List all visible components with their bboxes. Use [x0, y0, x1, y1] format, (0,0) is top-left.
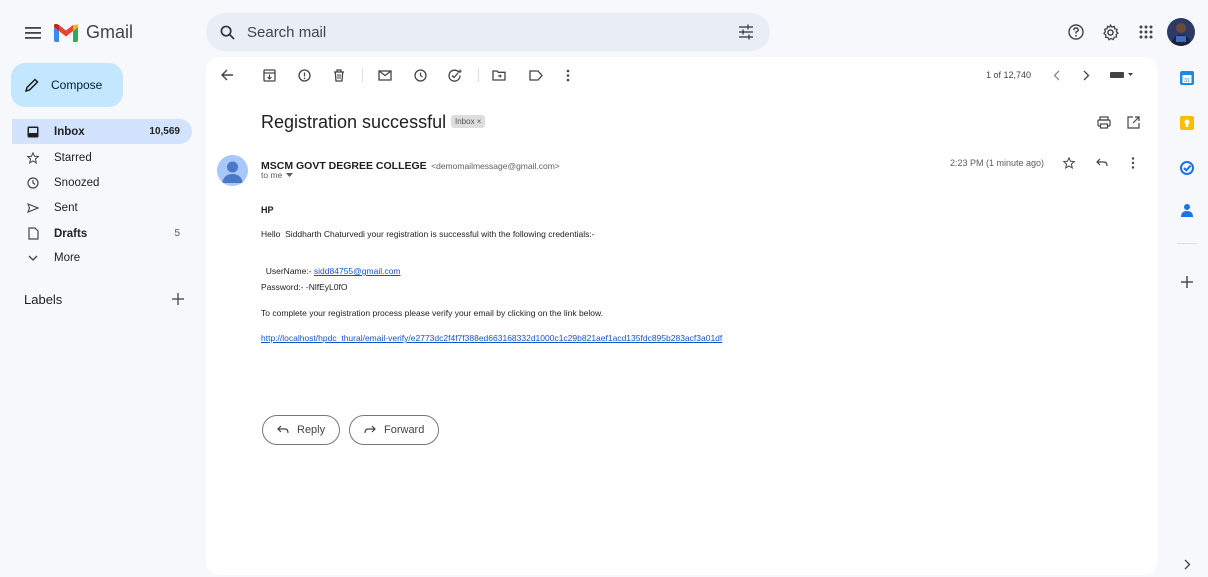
sidebar-item-label: Snoozed [54, 176, 100, 189]
username-link[interactable]: sidd84755@gmail.com [314, 266, 401, 276]
search-input[interactable] [247, 23, 707, 41]
message-more-vertical-icon[interactable] [1125, 155, 1141, 171]
sidebar-item-label: More [54, 251, 81, 264]
main-menu-icon[interactable] [24, 24, 42, 42]
get-addons-plus-icon[interactable] [1177, 272, 1197, 292]
older-chevron-left-icon[interactable] [1047, 66, 1065, 84]
mark-unread-icon[interactable] [376, 66, 394, 84]
forward-label: Forward [384, 424, 425, 436]
drafts-count: 5 [174, 228, 180, 239]
back-arrow-icon[interactable] [218, 66, 236, 84]
reply-icon [277, 425, 289, 434]
sender-line: MSCM GOVT DEGREE COLLEGE <demomailmessag… [261, 156, 560, 174]
verify-email-link[interactable]: http://localhost/hpdc_thural/email-verif… [261, 333, 722, 343]
sidebar-item-more[interactable]: More [12, 245, 192, 270]
toolbar-divider [478, 68, 479, 82]
toolbar-divider [362, 68, 363, 82]
reply-button[interactable]: Reply [262, 415, 341, 445]
compose-label: Compose [51, 78, 103, 92]
body-instruction: To complete your registration process pl… [261, 308, 604, 318]
snooze-clock-icon[interactable] [411, 66, 429, 84]
add-task-icon[interactable] [446, 66, 464, 84]
caret-down-icon [286, 172, 294, 177]
body-greeting: Hello Siddharth Chaturvedi your registra… [261, 229, 595, 239]
pencil-icon [25, 78, 39, 92]
keep-app-icon[interactable] [1177, 113, 1197, 133]
gmail-logo[interactable]: Gmail [54, 22, 133, 43]
forward-button[interactable]: Forward [349, 415, 440, 445]
side-panel-divider [1177, 243, 1197, 244]
svg-text:31: 31 [1184, 78, 1190, 84]
settings-gear-icon[interactable] [1101, 23, 1119, 41]
show-side-panel-chevron-icon[interactable] [1177, 554, 1197, 574]
username-label: UserName:- [265, 266, 314, 276]
report-spam-icon[interactable] [295, 66, 313, 84]
sidebar-item-label: Inbox [54, 125, 85, 138]
recipient-toggle[interactable]: to me [261, 170, 294, 180]
sidebar-item-label: Sent [54, 201, 78, 214]
archive-icon[interactable] [260, 66, 278, 84]
sidebar-item-inbox[interactable]: Inbox 10,569 [12, 119, 192, 144]
input-tools-keyboard-icon[interactable] [1107, 66, 1137, 84]
inbox-label-chip[interactable]: Inbox × [451, 115, 486, 128]
sidebar-item-sent[interactable]: Sent [12, 195, 192, 220]
open-new-window-icon[interactable] [1124, 113, 1142, 131]
contacts-app-icon[interactable] [1177, 200, 1197, 220]
file-icon [26, 227, 40, 241]
pagination-text: 1 of 12,740 [986, 70, 1032, 80]
newer-chevron-right-icon[interactable] [1077, 66, 1095, 84]
add-label-icon[interactable] [170, 291, 186, 307]
body-username-line: UserName:- sidd84755@gmail.com [261, 256, 401, 276]
inbox-count: 10,569 [149, 126, 180, 137]
delete-icon[interactable] [330, 66, 348, 84]
account-avatar[interactable] [1167, 18, 1195, 46]
search-icon[interactable] [220, 25, 235, 40]
move-to-icon[interactable] [490, 66, 508, 84]
body-heading: HP [261, 205, 274, 215]
sidebar-item-label: Drafts [54, 227, 88, 240]
sidebar-item-label: Starred [54, 151, 92, 164]
app-name: Gmail [86, 22, 134, 42]
label-tag-icon[interactable] [527, 66, 545, 84]
inbox-icon [26, 125, 40, 139]
sidebar-item-starred[interactable]: Starred [12, 145, 192, 170]
reply-label: Reply [297, 424, 326, 436]
sender-avatar[interactable] [217, 155, 248, 186]
star-message-icon[interactable] [1061, 155, 1077, 171]
help-icon[interactable] [1067, 23, 1085, 41]
sidebar-item-drafts[interactable]: Drafts 5 [12, 221, 192, 246]
message-subject: Registration successful [261, 112, 447, 132]
labels-heading: Labels [24, 292, 63, 307]
recipient-text: to me [261, 170, 283, 180]
search-options-icon[interactable] [738, 24, 754, 40]
search-bar[interactable] [206, 13, 770, 51]
message-time: 2:23 PM (1 minute ago) [950, 158, 1045, 168]
more-vertical-icon[interactable] [559, 66, 577, 84]
reply-arrow-icon[interactable] [1094, 155, 1110, 171]
forward-icon [364, 425, 376, 434]
chevron-down-icon [26, 251, 40, 265]
sender-email: <demomailmessage@gmail.com> [431, 161, 560, 171]
sidebar-item-snoozed[interactable]: Snoozed [12, 170, 192, 195]
apps-grid-icon[interactable] [1137, 23, 1155, 41]
calendar-app-icon[interactable]: 31 [1177, 68, 1197, 88]
send-icon [26, 201, 40, 215]
compose-button[interactable]: Compose [11, 63, 123, 107]
clock-icon [26, 176, 40, 190]
body-password-line: Password:- -NlfEyL0fO [261, 282, 348, 292]
star-icon [26, 151, 40, 165]
tasks-app-icon[interactable] [1177, 158, 1197, 178]
gmail-m-icon [54, 23, 78, 42]
print-icon[interactable] [1095, 113, 1113, 131]
